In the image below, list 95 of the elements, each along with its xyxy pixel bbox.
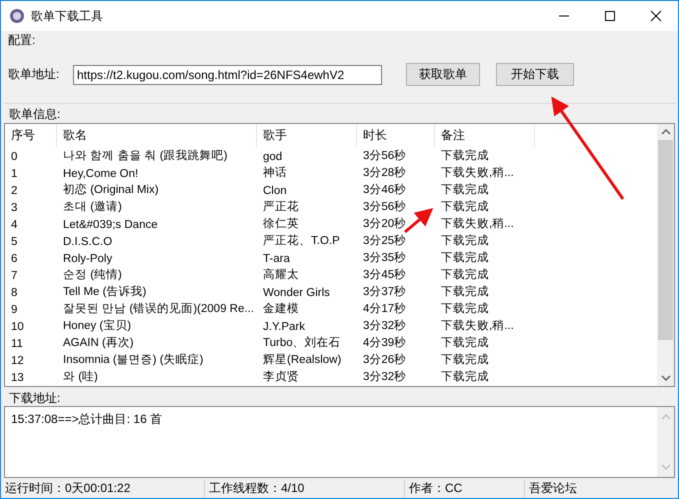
table-cell: 3分28秒: [363, 167, 406, 179]
maximize-icon[interactable]: [604, 10, 616, 22]
group-label: 歌单信息:: [9, 107, 60, 121]
action-button[interactable]: 开始下载: [496, 63, 574, 86]
table-cell: 3分45秒: [363, 269, 406, 281]
table-cell: 잘못된 만남 (错误的见面)(2009 Re...: [63, 303, 254, 315]
table-cell: 10: [11, 320, 24, 332]
scroll-down-icon[interactable]: [660, 374, 670, 382]
table-cell: 3分26秒: [363, 354, 406, 366]
table-cell: J.Y.Park: [263, 320, 305, 332]
table-cell: 0: [11, 150, 18, 162]
table-cell: 3: [11, 202, 18, 214]
table-cell: AGAIN (再次): [63, 337, 134, 349]
table-cell: 高耀太: [263, 269, 299, 281]
table-cell: 3分25秒: [363, 235, 406, 247]
table-cell: 下载完成: [441, 150, 489, 162]
column-header[interactable]: 时长: [357, 124, 435, 147]
table-cell: 徐仁英: [263, 218, 299, 230]
table-cell: 와 (哇): [63, 371, 98, 383]
table-cell: 李贞贤: [263, 371, 299, 383]
url-label: 歌单地址:: [8, 66, 60, 83]
table-cell: Turbo、刘在石: [263, 337, 341, 349]
table-cell: 初恋 (Original Mix): [63, 184, 159, 196]
table-cell: 3分37秒: [363, 286, 406, 298]
table-cell: 5: [11, 236, 18, 248]
status-cell-text: 吾爱论坛: [528, 480, 578, 497]
window-title: 歌单下载工具: [31, 8, 103, 24]
table-cell: 4: [11, 218, 18, 230]
table-cell: Tell Me (告诉我): [63, 286, 146, 298]
table-cell: 3分32秒: [363, 371, 406, 383]
url-field[interactable]: https://t2.kugou.com/song.html?id=26NFS4ewhV2: [73, 64, 382, 84]
table-cell: 11: [11, 338, 23, 350]
table-cell: 下载完成: [441, 201, 489, 213]
table-cell: 下载完成: [441, 286, 489, 298]
close-icon[interactable]: [650, 10, 662, 22]
table-cell: 2: [11, 184, 18, 196]
table-cell: 金建模: [263, 303, 299, 315]
table-cell: 下载完成: [441, 269, 489, 281]
table-cell: 3分56秒: [363, 150, 406, 162]
scroll-up-icon[interactable]: [660, 128, 670, 136]
table-cell: Honey (宝贝): [63, 320, 132, 332]
table-cell: 12: [11, 354, 24, 366]
table-cell: 下载完成: [441, 184, 489, 196]
table-cell: Wonder Girls: [263, 286, 330, 298]
table-cell: Clon: [263, 184, 287, 196]
group-label: 下载地址:: [9, 391, 60, 405]
table-cell: 8: [11, 286, 18, 298]
table-cell: 辉星(Realslow): [263, 354, 342, 366]
action-button[interactable]: 获取歌单: [406, 63, 480, 86]
table-cell: T-ara: [263, 252, 290, 264]
status-cell: 工作线程数：4/10: [205, 480, 405, 497]
table-cell: 3分20秒: [363, 218, 406, 230]
table-cell: 下载完成: [441, 303, 489, 315]
table-cell: Let&#039;s Dance: [63, 218, 158, 230]
group-label: 配置:: [8, 33, 36, 47]
table-cell: 严正花、T.O.P: [263, 235, 340, 247]
table-cell: 下载完成: [441, 252, 489, 264]
table-cell: 3分46秒: [363, 184, 406, 196]
table-cell: 7: [11, 270, 18, 282]
app-icon: [9, 8, 25, 24]
table-cell: 下载完成: [441, 354, 489, 366]
table-cell: 나와 함께 춤을 춰 (跟我跳舞吧): [63, 150, 228, 162]
table-cell: 下载失败,稍...: [441, 320, 514, 332]
table-cell: 下载失败,稍...: [441, 218, 514, 230]
table-cell: 9: [11, 304, 18, 316]
column-header[interactable]: 备注: [435, 124, 535, 147]
annotation-arrow: [404, 208, 434, 234]
table-cell: 순정 (纯情): [63, 269, 122, 281]
column-header[interactable]: 歌名: [57, 124, 257, 147]
table-cell: Insomnia (불면증) (失眠症): [63, 354, 204, 366]
table-cell: 3分35秒: [363, 252, 406, 264]
table-cell: 3分56秒: [363, 201, 406, 213]
table-cell: 4分39秒: [363, 337, 406, 349]
table-cell: 下载完成: [441, 235, 489, 247]
table-cell: 下载完成: [441, 337, 489, 349]
table-cell: 1: [11, 168, 18, 180]
table-cell: Roly-Poly: [63, 252, 112, 264]
table-cell: D.I.S.C.O: [63, 236, 112, 248]
table-cell: 神话: [263, 167, 287, 179]
table-cell: 초대 (邀请): [63, 201, 122, 213]
table-cell: 4分17秒: [363, 303, 406, 315]
table-cell: 3分32秒: [363, 320, 406, 332]
column-header[interactable]: 歌手: [257, 124, 357, 147]
table-cell: 严正花: [263, 201, 299, 213]
table-cell: 下载失败,稍...: [441, 167, 514, 179]
table-cell: Hey,Come On!: [63, 168, 138, 180]
table-cell: 下载完成: [441, 371, 489, 383]
scroll-thumb[interactable]: [658, 140, 673, 340]
status-cell: 运行时间：0天00:01:22: [1, 480, 205, 497]
table-cell: 13: [11, 372, 24, 384]
column-header[interactable]: 序号: [5, 124, 57, 147]
status-cell: 作者：CC: [405, 480, 525, 497]
table-cell: god: [263, 150, 282, 162]
table-cell: 6: [11, 252, 18, 264]
log-line: 15:37:08==>总计曲目: 16 首: [11, 411, 162, 428]
